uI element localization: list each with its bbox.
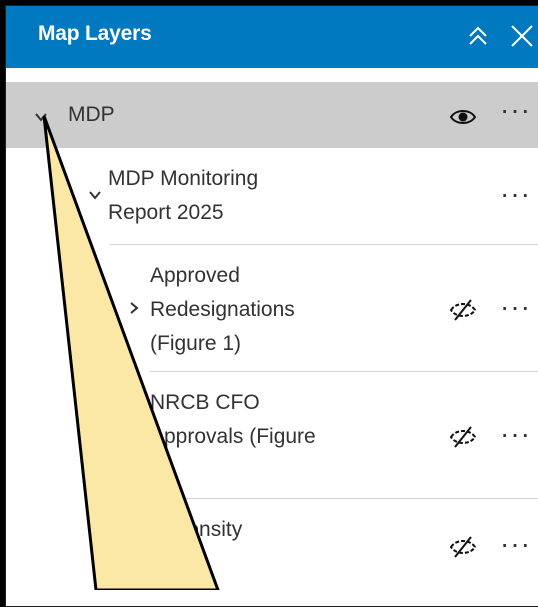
chevron-down-icon[interactable] [86,186,104,204]
panel-title: Map Layers [38,22,152,45]
more-options-icon[interactable]: ··· [500,420,531,448]
chevron-down-icon[interactable] [32,108,50,126]
layer-label-line: MDP Monitoring [108,167,259,190]
panel-header: Map Layers [6,6,538,68]
layer-label-line: re 3) [150,552,194,575]
eye-off-icon[interactable] [449,296,477,324]
layer-label-line: Redesignations [150,298,295,321]
eye-off-icon[interactable] [449,423,477,451]
layer-label-mdp: MDP [68,103,115,126]
more-options-icon[interactable]: ··· [500,293,531,321]
layer-label-line: Report 2025 [108,201,224,224]
chevron-right-icon[interactable] [125,299,143,317]
map-layers-panel: Map Layers MDP ··· MDP Monitoring Report… [5,5,538,607]
more-options-icon[interactable]: ··· [500,96,531,124]
double-chevron-up-icon[interactable] [460,18,496,54]
layer-row-approved-redesignations[interactable]: Approved Redesignations (Figure 1) ··· [6,245,538,371]
layer-label-line: Approvals (Figure [150,425,316,448]
layer-label-line: NRCB CFO [150,391,260,414]
close-icon[interactable] [504,18,538,54]
eye-icon[interactable] [449,103,477,131]
layer-label-line: Approved [150,264,240,287]
layer-row-mdp-monitoring[interactable]: MDP Monitoring Report 2025 ··· [6,148,538,244]
layer-label-line: el Density [150,518,243,541]
more-options-icon[interactable]: ··· [500,180,531,208]
layer-row-mdp[interactable]: MDP ··· [6,82,538,148]
more-options-icon[interactable]: ··· [500,530,531,558]
layer-row-parcel-density[interactable]: el Density re 3) ··· [6,499,538,599]
eye-off-icon[interactable] [449,533,477,561]
layer-row-nrcb-cfo[interactable]: NRCB CFO Approvals (Figure ··· [6,372,538,498]
layer-label-line: (Figure 1) [150,332,242,355]
